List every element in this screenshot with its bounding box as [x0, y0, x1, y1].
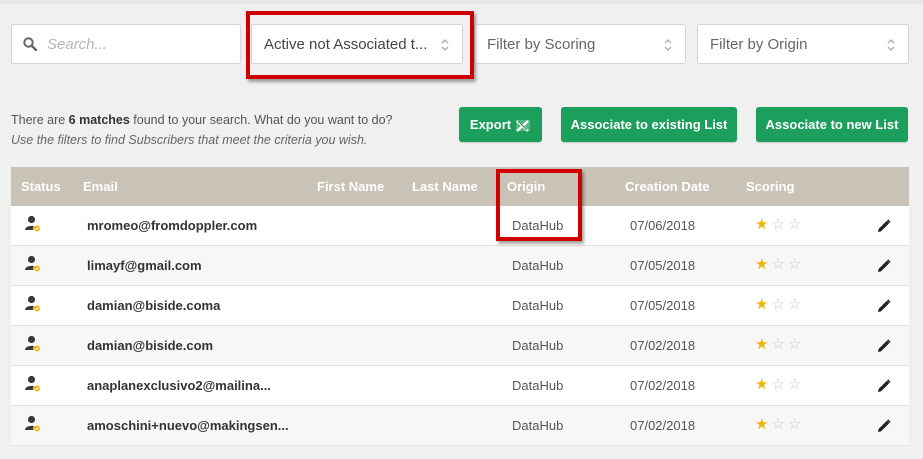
table-body: mromeo@fromdoppler.com DataHub 07/06/2018 ★… [11, 206, 909, 446]
origin-cell: DataHub [512, 298, 564, 313]
star-empty-icon[interactable]: ☆ [771, 377, 784, 392]
table-row: damian@biside.com DataHub 07/02/2018 ★ ☆ ☆ [11, 326, 909, 366]
creation-date-cell: 07/05/2018 [630, 258, 696, 273]
origin-filter-select[interactable]: Filter by Origin [697, 24, 909, 64]
highlight-box-status-filter [246, 11, 474, 79]
subscriber-status-icon [25, 295, 41, 318]
subscriber-status-icon [25, 335, 41, 358]
subscriber-status-icon [25, 375, 41, 398]
star-empty-icon[interactable]: ☆ [788, 337, 801, 352]
results-count: 6 matches [68, 113, 130, 127]
select-arrows-icon [664, 39, 672, 51]
star-empty-icon[interactable]: ☆ [788, 217, 801, 232]
subscriber-status-icon [25, 255, 41, 278]
scoring-filter-value: Filter by Scoring [487, 35, 596, 53]
star-filled-icon[interactable]: ★ [755, 257, 768, 272]
email-cell[interactable]: damian@biside.coma [87, 298, 220, 313]
scoring-stars: ★ ☆ ☆ [755, 257, 801, 272]
email-cell[interactable]: limayf@gmail.com [87, 258, 202, 273]
star-empty-icon[interactable]: ☆ [788, 417, 801, 432]
search-icon [23, 37, 37, 51]
excel-icon [516, 119, 531, 132]
star-empty-icon[interactable]: ☆ [771, 337, 784, 352]
col-last-name[interactable]: Last Name [412, 179, 478, 194]
creation-date-cell: 07/02/2018 [630, 338, 696, 353]
scoring-stars: ★ ☆ ☆ [755, 417, 801, 432]
subscriber-status-icon [25, 415, 41, 438]
select-arrows-icon [887, 39, 895, 51]
col-creation-date[interactable]: Creation Date [625, 179, 710, 194]
creation-date-cell: 07/02/2018 [630, 378, 696, 393]
scoring-filter-select[interactable]: Filter by Scoring [474, 24, 686, 64]
table-row: anaplanexclusivo2@mailina... DataHub 07/02… [11, 366, 909, 406]
star-empty-icon[interactable]: ☆ [788, 257, 801, 272]
creation-date-cell: 07/06/2018 [630, 218, 696, 233]
email-cell[interactable]: anaplanexclusivo2@mailina... [87, 378, 271, 393]
star-filled-icon[interactable]: ★ [755, 377, 768, 392]
associate-existing-list-button[interactable]: Associate to existing List [561, 107, 737, 142]
creation-date-cell: 07/05/2018 [630, 298, 696, 313]
star-filled-icon[interactable]: ★ [755, 217, 768, 232]
star-empty-icon[interactable]: ☆ [788, 377, 801, 392]
col-status[interactable]: Status [21, 179, 61, 194]
associate-existing-label: Associate to existing List [570, 117, 728, 132]
origin-cell: DataHub [512, 378, 564, 393]
subscribers-table: Status Email First Name Last Name Origin… [11, 167, 909, 446]
col-scoring[interactable]: Scoring [746, 179, 794, 194]
results-info: There are 6 matches found to your search… [11, 110, 393, 150]
star-empty-icon[interactable]: ☆ [771, 217, 784, 232]
highlight-box-origin [496, 169, 582, 241]
results-prefix: There are [11, 113, 69, 127]
edit-icon[interactable] [877, 259, 891, 278]
scoring-stars: ★ ☆ ☆ [755, 297, 801, 312]
email-cell[interactable]: damian@biside.com [87, 338, 213, 353]
table-row: damian@biside.coma DataHub 07/05/2018 ★ ☆ ☆ [11, 286, 909, 326]
star-empty-icon[interactable]: ☆ [788, 297, 801, 312]
results-hint: Use the filters to find Subscribers that… [11, 133, 368, 147]
creation-date-cell: 07/02/2018 [630, 418, 696, 433]
edit-icon[interactable] [877, 339, 891, 358]
results-suffix: found to your search. What do you want t… [129, 113, 393, 127]
edit-icon[interactable] [877, 379, 891, 398]
email-cell[interactable]: mromeo@fromdoppler.com [87, 218, 257, 233]
top-strip [0, 0, 923, 4]
edit-icon[interactable] [877, 219, 891, 238]
edit-icon[interactable] [877, 419, 891, 438]
associate-new-label: Associate to new List [765, 117, 899, 132]
edit-icon[interactable] [877, 299, 891, 318]
origin-filter-value: Filter by Origin [710, 35, 808, 53]
results-summary: There are 6 matches found to your search… [11, 110, 393, 130]
star-filled-icon[interactable]: ★ [755, 337, 768, 352]
star-empty-icon[interactable]: ☆ [771, 297, 784, 312]
scoring-stars: ★ ☆ ☆ [755, 377, 801, 392]
export-button[interactable]: Export [459, 107, 542, 142]
associate-new-list-button[interactable]: Associate to new List [756, 107, 908, 142]
origin-cell: DataHub [512, 258, 564, 273]
origin-cell: DataHub [512, 338, 564, 353]
table-row: mromeo@fromdoppler.com DataHub 07/06/2018 ★… [11, 206, 909, 246]
star-filled-icon[interactable]: ★ [755, 297, 768, 312]
star-empty-icon[interactable]: ☆ [771, 257, 784, 272]
origin-cell: DataHub [512, 418, 564, 433]
col-first-name[interactable]: First Name [317, 179, 384, 194]
search-box[interactable] [11, 24, 241, 64]
table-row: limayf@gmail.com DataHub 07/05/2018 ★ ☆ ☆ [11, 246, 909, 286]
table-header: Status Email First Name Last Name Origin… [11, 167, 909, 206]
scoring-stars: ★ ☆ ☆ [755, 217, 801, 232]
star-filled-icon[interactable]: ★ [755, 417, 768, 432]
scoring-stars: ★ ☆ ☆ [755, 337, 801, 352]
export-label: Export [469, 117, 512, 132]
table-row: amoschini+nuevo@makingsen... DataHub 07/02… [11, 406, 909, 446]
search-input[interactable] [47, 35, 217, 53]
star-empty-icon[interactable]: ☆ [771, 417, 784, 432]
subscriber-status-icon [25, 215, 41, 238]
col-email[interactable]: Email [83, 179, 118, 194]
email-cell[interactable]: amoschini+nuevo@makingsen... [87, 418, 289, 433]
